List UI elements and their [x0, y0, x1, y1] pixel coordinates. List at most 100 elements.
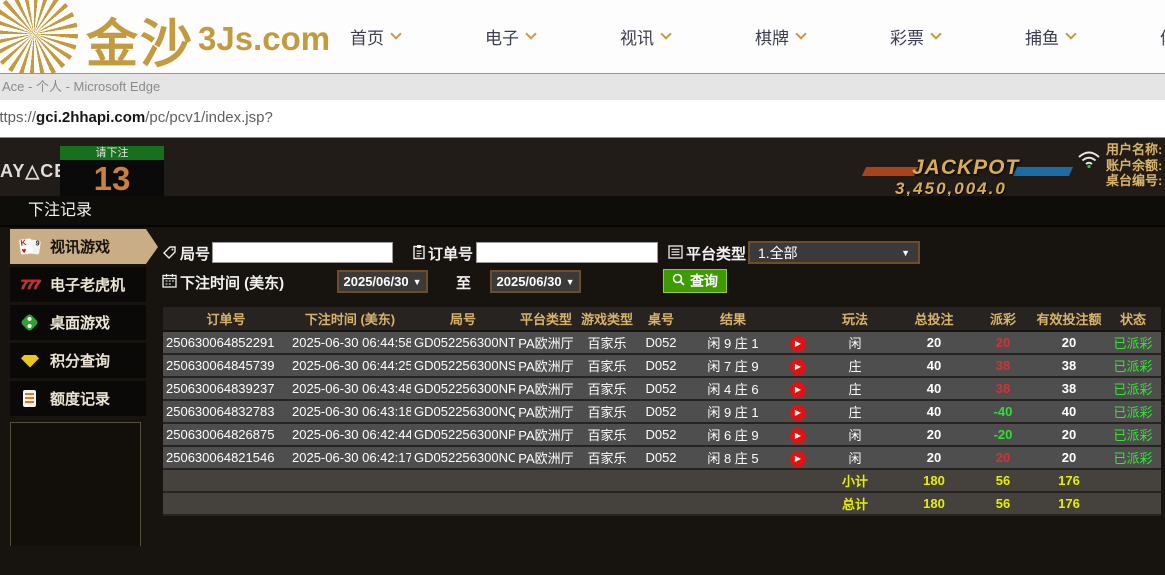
cell-round-id: GD052256300NO	[411, 446, 515, 469]
col-play: 玩法	[815, 307, 895, 331]
cell-payout: 38	[973, 377, 1033, 400]
sidebar-item-live-games[interactable]: K♥9 视讯游戏	[10, 229, 146, 264]
grand-total-spacer	[163, 492, 815, 515]
order-id-label: 订单号	[428, 243, 473, 264]
cell-play: 闲	[815, 446, 895, 469]
to-label: 至	[456, 272, 471, 293]
cell-play: 闲	[815, 331, 895, 354]
jackpot-ribbon-left	[862, 167, 918, 176]
nav-item-fishing[interactable]: 捕鱼	[1025, 24, 1075, 49]
subtotal-payout: 56	[973, 469, 1033, 492]
col-status: 状态	[1105, 307, 1161, 331]
order-id-input[interactable]	[476, 242, 658, 263]
cell-payout: 38	[973, 354, 1033, 377]
address-bar[interactable]: https://gci.2hhapi.com/pc/pcv1/index.jsp…	[0, 100, 1165, 137]
search-button[interactable]: 查询	[663, 269, 727, 293]
cell-play: 闲	[815, 423, 895, 446]
cell-bet-time: 2025-06-30 06:43:18	[289, 400, 411, 423]
cell-play: 庄	[815, 377, 895, 400]
cell-round-id: GD052256300NS	[411, 354, 515, 377]
cell-platform: PA欧洲厅	[515, 331, 577, 354]
sun-logo-icon	[0, 0, 78, 73]
dice-icon	[19, 313, 41, 333]
cell-platform: PA欧洲厅	[515, 377, 577, 400]
cell-game-type: 百家乐	[577, 331, 637, 354]
nav-item-lottery[interactable]: 彩票	[890, 24, 940, 49]
replay-video-button[interactable]: ▶	[790, 336, 806, 352]
clipboard-icon	[412, 244, 426, 265]
nav-item-slots[interactable]: 电子	[485, 24, 535, 49]
col-game-type: 游戏类型	[577, 307, 637, 331]
jackpot-label: JACKPOT	[912, 156, 1019, 179]
cell-order-id: 250630064852291	[163, 331, 289, 354]
nav-item-cards[interactable]: 棋牌	[755, 24, 805, 49]
subtotal-label: 小计	[815, 469, 895, 492]
chevron-down-icon	[390, 28, 401, 39]
replay-video-button[interactable]: ▶	[790, 451, 806, 467]
replay-video-button[interactable]: ▶	[790, 405, 806, 421]
caret-down-icon: ▼	[566, 277, 575, 287]
sidebar-item-points-query[interactable]: 积分查询	[10, 343, 146, 378]
sidebar-item-table-games[interactable]: 桌面游戏	[10, 305, 146, 340]
table-row: 250630064845739 2025-06-30 06:44:25 GD05…	[163, 354, 1161, 377]
grand-total-label: 总计	[815, 492, 895, 515]
nav-label: 棋牌	[755, 24, 789, 49]
cell-status: 已派彩	[1105, 331, 1161, 354]
cell-table-no: D052	[637, 423, 685, 446]
document-icon	[19, 389, 41, 409]
cell-result: 闲 8 庄 5	[685, 446, 781, 469]
table-row: 250630064821546 2025-06-30 06:42:17 GD05…	[163, 446, 1161, 469]
countdown-number: 13	[60, 160, 164, 196]
window-titlebar: Ace - 个人 - Microsoft Edge	[0, 73, 1165, 100]
grand-total-row: 总计 180 56 176	[163, 492, 1161, 515]
table-row: 250630064832783 2025-06-30 06:43:18 GD05…	[163, 400, 1161, 423]
nav-item-home[interactable]: 首页	[350, 24, 400, 49]
cell-bet-time: 2025-06-30 06:42:44	[289, 423, 411, 446]
cell-platform: PA欧洲厅	[515, 354, 577, 377]
jackpot-ribbon-right	[1013, 167, 1073, 176]
date-to-picker[interactable]: 2025/06/30 ▼	[490, 270, 581, 293]
cell-bet-time: 2025-06-30 06:42:17	[289, 446, 411, 469]
account-info-labels: 用户名称: 账户余额: 桌台编号:	[1106, 142, 1162, 189]
cell-result: 闲 6 庄 9	[685, 423, 781, 446]
cell-result: 闲 9 庄 1	[685, 331, 781, 354]
gem-icon	[19, 351, 41, 371]
replay-video-button[interactable]: ▶	[790, 382, 806, 398]
cell-platform: PA欧洲厅	[515, 400, 577, 423]
grand-total-total-bet: 180	[895, 492, 973, 515]
col-result: 结果	[685, 307, 781, 331]
date-to-value: 2025/06/30	[497, 274, 562, 289]
cell-status: 已派彩	[1105, 377, 1161, 400]
col-table-no: 桌号	[637, 307, 685, 331]
cell-play: 庄	[815, 354, 895, 377]
cell-result: 闲 4 庄 6	[685, 377, 781, 400]
cell-platform: PA欧洲厅	[515, 423, 577, 446]
cell-round-id: GD052256300NR	[411, 377, 515, 400]
cell-valid-bet: 20	[1033, 331, 1105, 354]
chevron-down-icon	[1065, 28, 1076, 39]
cell-play: 庄	[815, 400, 895, 423]
sidebar-item-label: 视讯游戏	[50, 236, 110, 257]
cell-status: 已派彩	[1105, 400, 1161, 423]
replay-video-button[interactable]: ▶	[790, 359, 806, 375]
subtotal-spacer	[163, 469, 815, 492]
nav-item-sports[interactable]: 体育	[1160, 24, 1165, 49]
round-id-input[interactable]	[212, 242, 393, 263]
cell-total-bet: 40	[895, 400, 973, 423]
cell-order-id: 250630064839237	[163, 377, 289, 400]
cell-valid-bet: 20	[1033, 446, 1105, 469]
logo-chinese: 金沙	[86, 2, 194, 73]
sidebar-item-slot-machines[interactable]: 777 电子老虎机	[10, 267, 146, 302]
sidebar-item-label: 电子老虎机	[50, 274, 125, 295]
caret-down-icon: ▼	[413, 277, 422, 287]
cell-total-bet: 20	[895, 331, 973, 354]
nav-item-live[interactable]: 视讯	[620, 24, 670, 49]
platform-type-select[interactable]: 1.全部 ▼	[748, 241, 920, 264]
sidebar-item-credit-records[interactable]: 额度记录	[10, 381, 146, 416]
replay-video-button[interactable]: ▶	[790, 428, 806, 444]
bet-records-modal: 下注记录 K♥9 视讯游戏 777 电子老虎机 桌面游戏 积分查询 额度记录 局…	[0, 196, 1165, 575]
date-from-picker[interactable]: 2025/06/30 ▼	[337, 270, 428, 293]
sidebar-empty-panel	[10, 422, 141, 546]
cell-total-bet: 20	[895, 423, 973, 446]
balance-label: 账户余额:	[1106, 158, 1162, 174]
